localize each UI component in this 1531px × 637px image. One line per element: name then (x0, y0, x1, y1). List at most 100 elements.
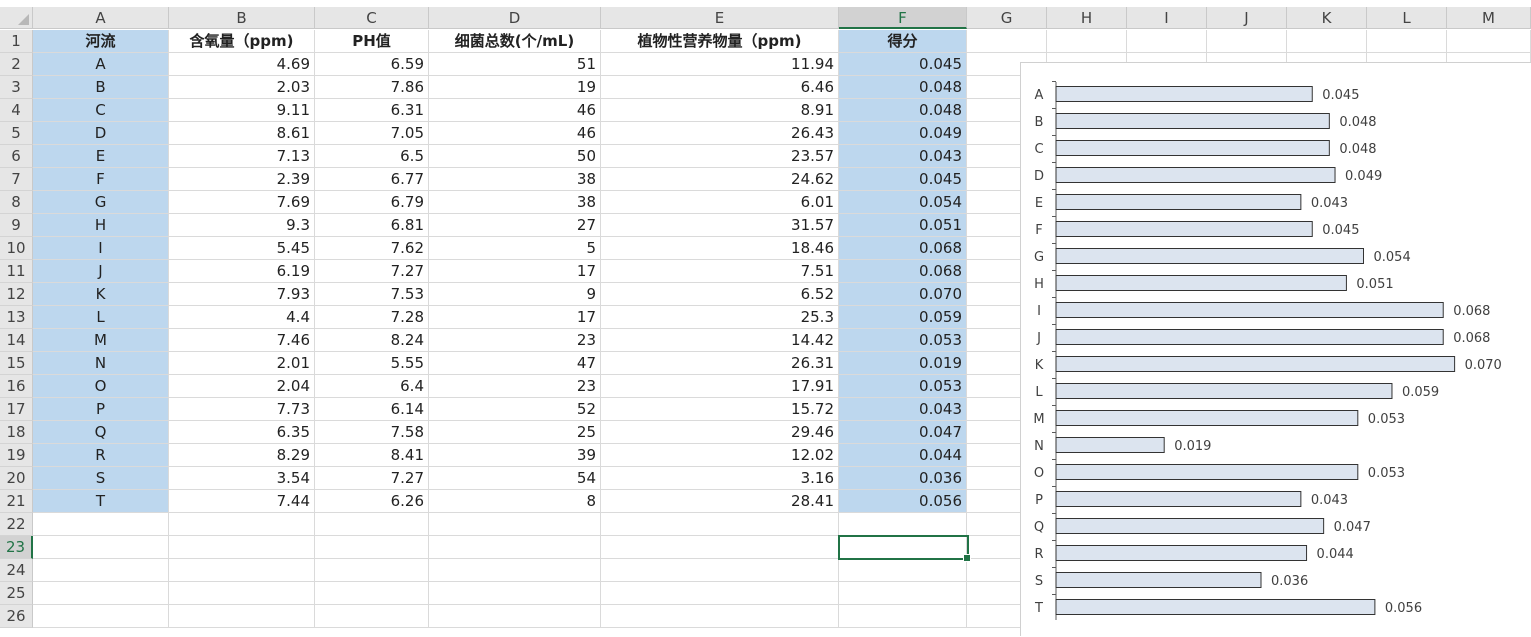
cell-d13[interactable]: 17 (429, 306, 601, 329)
column-header-m[interactable]: M (1447, 7, 1531, 29)
bar-g[interactable] (1055, 248, 1364, 264)
cell-d5[interactable]: 46 (429, 122, 601, 145)
cell-c20[interactable]: 7.27 (315, 467, 429, 490)
cell-a18[interactable]: Q (33, 421, 169, 444)
bar-s[interactable] (1055, 572, 1262, 588)
cell-a6[interactable]: E (33, 145, 169, 168)
row-header-9[interactable]: 9 (0, 214, 33, 237)
cell-d6[interactable]: 50 (429, 145, 601, 168)
column-header-d[interactable]: D (429, 7, 601, 29)
cell-c26[interactable] (315, 605, 429, 628)
bar-r[interactable] (1055, 545, 1308, 561)
cell-c21[interactable]: 6.26 (315, 490, 429, 513)
cell-c9[interactable]: 6.81 (315, 214, 429, 237)
cell-a20[interactable]: S (33, 467, 169, 490)
active-cell-cursor[interactable] (838, 535, 971, 562)
bar-n[interactable] (1055, 437, 1165, 453)
column-header-c[interactable]: C (315, 7, 429, 29)
cell-a9[interactable]: H (33, 214, 169, 237)
cell-f13[interactable]: 0.059 (839, 306, 967, 329)
cell-d9[interactable]: 27 (429, 214, 601, 237)
row-header-15[interactable]: 15 (0, 352, 33, 375)
column-header-j[interactable]: J (1207, 7, 1287, 29)
cell-b18[interactable]: 6.35 (169, 421, 315, 444)
fill-handle[interactable] (963, 554, 971, 562)
cell-e18[interactable]: 29.46 (601, 421, 839, 444)
cell-a12[interactable]: K (33, 283, 169, 306)
bar-e[interactable] (1055, 194, 1302, 210)
cell-f9[interactable]: 0.051 (839, 214, 967, 237)
column-header-b[interactable]: B (169, 7, 315, 29)
cell-c23[interactable] (315, 536, 429, 559)
cell-k1[interactable] (1287, 30, 1367, 53)
cell-e24[interactable] (601, 559, 839, 582)
row-header-10[interactable]: 10 (0, 237, 33, 260)
cell-e21[interactable]: 28.41 (601, 490, 839, 513)
cell-b19[interactable]: 8.29 (169, 444, 315, 467)
cell-c8[interactable]: 6.79 (315, 191, 429, 214)
cell-c24[interactable] (315, 559, 429, 582)
cell-i1[interactable] (1127, 30, 1207, 53)
cell-b26[interactable] (169, 605, 315, 628)
cell-c22[interactable] (315, 513, 429, 536)
cell-f18[interactable]: 0.047 (839, 421, 967, 444)
cell-b3[interactable]: 2.03 (169, 76, 315, 99)
column-header-a[interactable]: A (33, 7, 169, 29)
bar-m[interactable] (1055, 410, 1359, 426)
cell-f26[interactable] (839, 605, 967, 628)
row-header-2[interactable]: 2 (0, 53, 33, 76)
cell-e2[interactable]: 11.94 (601, 53, 839, 76)
cell-b20[interactable]: 3.54 (169, 467, 315, 490)
cell-f14[interactable]: 0.053 (839, 329, 967, 352)
cell-d20[interactable]: 54 (429, 467, 601, 490)
cell-a16[interactable]: O (33, 375, 169, 398)
cell-e3[interactable]: 6.46 (601, 76, 839, 99)
row-header-23[interactable]: 23 (0, 536, 33, 559)
cell-a4[interactable]: C (33, 99, 169, 122)
cell-b6[interactable]: 7.13 (169, 145, 315, 168)
cell-a5[interactable]: D (33, 122, 169, 145)
cell-d7[interactable]: 38 (429, 168, 601, 191)
cell-e25[interactable] (601, 582, 839, 605)
cell-d23[interactable] (429, 536, 601, 559)
cell-f19[interactable]: 0.044 (839, 444, 967, 467)
cell-f7[interactable]: 0.045 (839, 168, 967, 191)
cell-e8[interactable]: 6.01 (601, 191, 839, 214)
cell-d26[interactable] (429, 605, 601, 628)
cell-e1[interactable]: 植物性营养物量（ppm) (601, 30, 839, 53)
cell-c10[interactable]: 7.62 (315, 237, 429, 260)
row-header-16[interactable]: 16 (0, 375, 33, 398)
row-header-22[interactable]: 22 (0, 513, 33, 536)
cell-e20[interactable]: 3.16 (601, 467, 839, 490)
cell-d18[interactable]: 25 (429, 421, 601, 444)
cell-a24[interactable] (33, 559, 169, 582)
row-header-21[interactable]: 21 (0, 490, 33, 513)
cell-e11[interactable]: 7.51 (601, 260, 839, 283)
cell-a14[interactable]: M (33, 329, 169, 352)
cell-j1[interactable] (1207, 30, 1287, 53)
row-header-19[interactable]: 19 (0, 444, 33, 467)
cell-f20[interactable]: 0.036 (839, 467, 967, 490)
cell-d3[interactable]: 19 (429, 76, 601, 99)
cell-f21[interactable]: 0.056 (839, 490, 967, 513)
cell-a19[interactable]: R (33, 444, 169, 467)
column-header-i[interactable]: I (1127, 7, 1207, 29)
cell-c3[interactable]: 7.86 (315, 76, 429, 99)
bar-i[interactable] (1055, 302, 1444, 318)
cell-a1[interactable]: 河流 (33, 30, 169, 53)
cell-c11[interactable]: 7.27 (315, 260, 429, 283)
bar-q[interactable] (1055, 518, 1325, 534)
cell-f4[interactable]: 0.048 (839, 99, 967, 122)
cell-f11[interactable]: 0.068 (839, 260, 967, 283)
cell-e15[interactable]: 26.31 (601, 352, 839, 375)
cell-e19[interactable]: 12.02 (601, 444, 839, 467)
cell-c1[interactable]: PH值 (315, 30, 429, 53)
cell-d2[interactable]: 51 (429, 53, 601, 76)
cell-a11[interactable]: J (33, 260, 169, 283)
cell-d24[interactable] (429, 559, 601, 582)
cell-b25[interactable] (169, 582, 315, 605)
row-header-17[interactable]: 17 (0, 398, 33, 421)
cell-f3[interactable]: 0.048 (839, 76, 967, 99)
cell-b23[interactable] (169, 536, 315, 559)
column-header-k[interactable]: K (1287, 7, 1367, 29)
